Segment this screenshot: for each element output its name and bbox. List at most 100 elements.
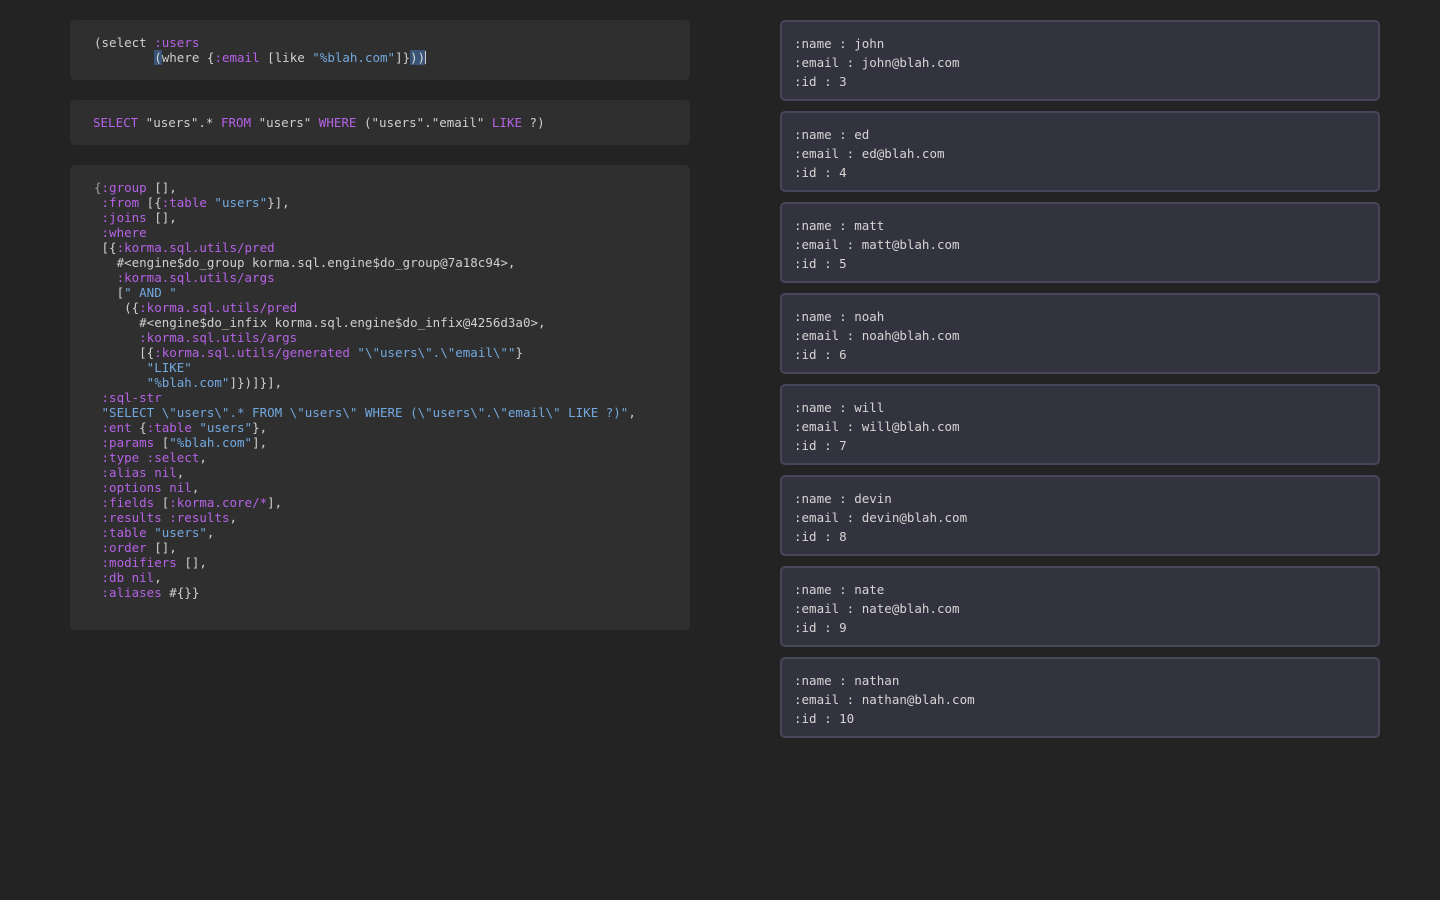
query-map-output: {:group [], :from [{:table "users"}], :j… <box>70 165 690 630</box>
query-token <box>94 50 154 65</box>
map-token: :group <box>101 180 147 195</box>
map-token: }, <box>252 420 268 435</box>
generated-sql-output: SELECT "users".* FROM "users" WHERE ("us… <box>70 100 690 145</box>
map-token: :korma.sql.utils/pred <box>116 240 275 255</box>
map-token: "%blah.com" <box>94 375 230 390</box>
map-token: nil <box>146 465 177 480</box>
sql-code: SELECT "users".* FROM "users" WHERE ("us… <box>93 115 690 130</box>
result-name: :name : nathan <box>794 673 900 688</box>
result-id: :id : 3 <box>794 74 847 89</box>
map-token: #<engine$do_group korma.sql.engine$do_gr… <box>94 255 516 270</box>
text-cursor <box>425 51 427 64</box>
map-token: , <box>176 465 185 480</box>
map-token: "\"users\".\"email\"" <box>349 345 516 360</box>
map-token: }], <box>267 195 290 210</box>
result-id: :id : 4 <box>794 165 847 180</box>
map-token: [ <box>154 495 170 510</box>
result-id: :id : 10 <box>794 711 855 726</box>
result-email: :email : nate@blah.com <box>794 601 960 616</box>
sql-token: ?) <box>522 115 545 130</box>
map-token: "users" <box>191 420 253 435</box>
query-token: :users <box>154 35 200 50</box>
map-token: nil <box>124 570 155 585</box>
query-code[interactable]: (select :users (where {:email [like "%bl… <box>94 35 690 65</box>
sql-keyword: WHERE <box>318 115 357 130</box>
map-token: :korma.sql.utils/pred <box>139 300 298 315</box>
result-name: :name : john <box>794 36 885 51</box>
sql-keyword: LIKE <box>491 115 523 130</box>
result-row: :name : devin :email : devin@blah.com :i… <box>780 475 1380 556</box>
query-token: "%blah.com" <box>312 50 396 65</box>
result-id: :id : 7 <box>794 438 847 453</box>
sql-token: "users".* <box>138 115 221 130</box>
map-token: [], <box>146 180 177 195</box>
map-token: "users" <box>206 195 268 210</box>
sql-token: "users" <box>251 115 319 130</box>
result-name: :name : ed <box>794 127 870 142</box>
map-token: [{ <box>139 195 162 210</box>
result-row: :name : noah :email : noah@blah.com :id … <box>780 293 1380 374</box>
map-token: :ent <box>94 420 132 435</box>
result-name: :name : devin <box>794 491 892 506</box>
map-token: "users" <box>146 525 207 540</box>
map-token: [], <box>146 540 177 555</box>
matched-paren-highlight: )) <box>410 50 426 65</box>
query-token: ]} <box>395 50 411 65</box>
result-email: :email : noah@blah.com <box>794 328 960 343</box>
map-token: "%blah.com" <box>169 435 253 450</box>
map-token: [], <box>176 555 207 570</box>
result-email: :email : nathan@blah.com <box>794 692 975 707</box>
query-token: :email <box>214 50 260 65</box>
map-token: "SELECT \"users\".* FROM \"users\" WHERE… <box>94 405 629 420</box>
result-row: :name : matt :email : matt@blah.com :id … <box>780 202 1380 283</box>
map-token: :table <box>161 195 207 210</box>
result-row: :name : john :email : john@blah.com :id … <box>780 20 1380 101</box>
map-token: " AND " <box>124 285 177 300</box>
map-token: :results <box>161 510 230 525</box>
query-token: (select <box>94 35 155 50</box>
map-token: ({ <box>94 300 140 315</box>
result-name: :name : nate <box>794 582 885 597</box>
map-token: [ <box>94 285 125 300</box>
map-token: } <box>515 345 523 360</box>
map-token: nil <box>161 480 192 495</box>
map-token: :korma.core/* <box>169 495 268 510</box>
result-name: :name : will <box>794 400 885 415</box>
map-token: , <box>154 570 162 585</box>
map-token: :sql-str <box>94 390 162 405</box>
map-token: #{}} <box>161 585 200 600</box>
map-token: { <box>131 420 147 435</box>
map-token: [{ <box>94 240 117 255</box>
map-token: :joins <box>94 210 147 225</box>
map-token: , <box>628 405 636 420</box>
map-token: , <box>199 450 207 465</box>
result-id: :id : 5 <box>794 256 847 271</box>
map-token: :options <box>94 480 162 495</box>
map-token: :db <box>94 570 125 585</box>
result-row: :name : ed :email : ed@blah.com :id : 4 <box>780 111 1380 192</box>
map-token: :params <box>94 435 155 450</box>
map-token: :alias <box>94 465 147 480</box>
map-token: ], <box>267 495 283 510</box>
query-map-code: {:group [], :from [{:table "users"}], :j… <box>94 180 690 600</box>
map-token: , <box>191 480 200 495</box>
matched-paren-highlight: ( <box>154 50 162 65</box>
result-email: :email : matt@blah.com <box>794 237 960 252</box>
query-editor[interactable]: (select :users (where {:email [like "%bl… <box>70 20 690 80</box>
query-token: where { <box>161 50 215 65</box>
map-token: :table <box>94 525 147 540</box>
result-email: :email : john@blah.com <box>794 55 960 70</box>
map-token: :korma.sql.utils/args <box>94 270 275 285</box>
map-token: :korma.sql.utils/generated <box>154 345 350 360</box>
result-id: :id : 8 <box>794 529 847 544</box>
map-token: [ <box>154 435 170 450</box>
map-token: :order <box>94 540 147 555</box>
map-token: :fields <box>94 495 155 510</box>
result-row: :name : nathan :email : nathan@blah.com … <box>780 657 1380 738</box>
result-name: :name : noah <box>794 309 885 324</box>
sql-keyword: FROM <box>220 115 252 130</box>
result-name: :name : matt <box>794 218 885 233</box>
result-email: :email : will@blah.com <box>794 419 960 434</box>
map-token: :from <box>94 195 140 210</box>
sql-token: ("users"."email" <box>356 115 492 130</box>
